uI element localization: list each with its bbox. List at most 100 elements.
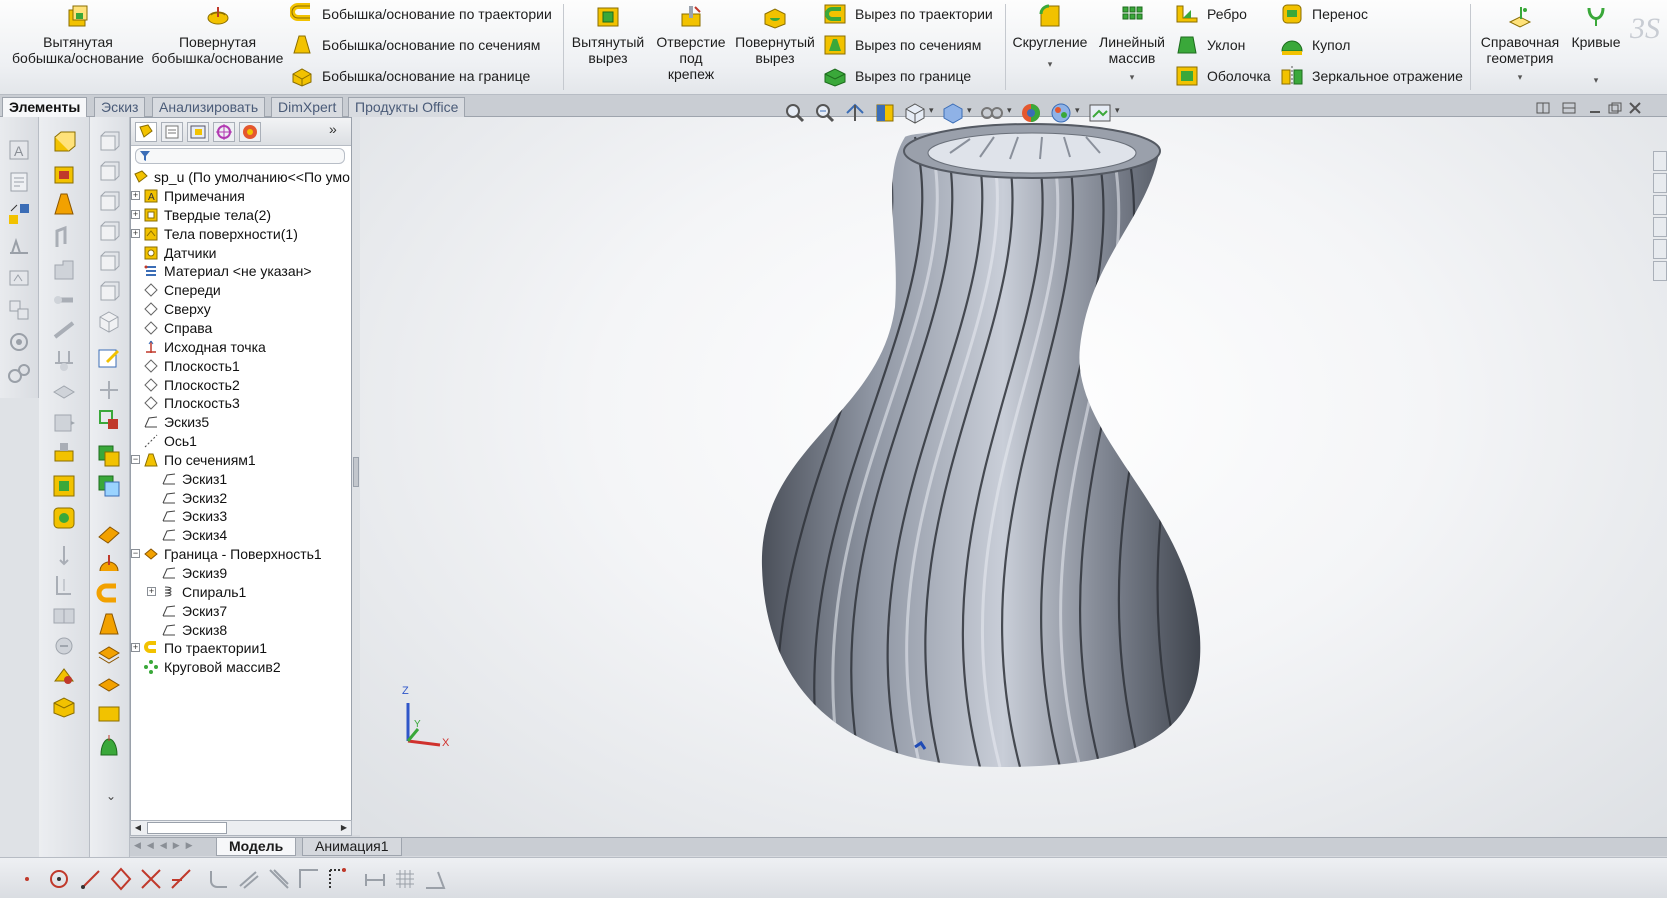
tree-item[interactable]: Эскиз9 xyxy=(161,563,227,582)
view-front-icon[interactable] xyxy=(96,129,122,155)
restore-window-icon[interactable] xyxy=(1607,101,1623,115)
point-tool-icon[interactable] xyxy=(14,866,40,892)
edit-appearance-icon[interactable] xyxy=(1019,101,1043,125)
tree-item[interactable]: Граница - Поверхность1 xyxy=(143,544,322,563)
swept-boss-button[interactable]: Бобышка/основание по траектории xyxy=(290,0,552,28)
sketch-edit-icon[interactable] xyxy=(96,345,122,371)
tab-features[interactable]: Элементы xyxy=(2,97,88,117)
polygon-tool-icon[interactable] xyxy=(108,866,134,892)
grid-tool-icon[interactable] xyxy=(392,866,418,892)
linear-pattern-button[interactable]: Линейный массив ▾ xyxy=(1092,4,1172,85)
tree-item[interactable]: A Примечания xyxy=(143,186,245,205)
view-settings-icon[interactable] xyxy=(1087,101,1113,125)
tree-item[interactable]: Эскиз5 xyxy=(143,412,209,431)
surface-finish-icon[interactable] xyxy=(6,233,32,259)
mirror-tool-icon[interactable] xyxy=(51,473,77,499)
pattern-tool-icon[interactable] xyxy=(51,505,77,531)
task-pane-resources-icon[interactable] xyxy=(1653,173,1667,193)
tree-item[interactable]: Материал <не указан> xyxy=(143,261,312,280)
surface-sweep-icon[interactable] xyxy=(96,581,122,607)
scroll-right-icon[interactable]: ▶ xyxy=(337,821,351,835)
tab-feature-manager[interactable] xyxy=(135,122,157,142)
panel-splitter[interactable] xyxy=(352,117,360,835)
annotation-tool-icon[interactable]: A xyxy=(6,137,32,163)
toolbar-overflow-icon[interactable]: ⌄ xyxy=(98,789,124,815)
tree-item[interactable]: По траектории1 xyxy=(143,638,267,657)
display-style-icon[interactable] xyxy=(941,101,965,125)
tab-property-manager[interactable] xyxy=(161,122,183,142)
graphics-area[interactable]: ▾ ▾ ▾ ▾ ▾ Z Y X xyxy=(360,102,1667,839)
tile-horizontal-icon[interactable] xyxy=(1535,101,1551,115)
mirror-button[interactable]: Зеркальное отражение xyxy=(1280,62,1463,90)
tree-item[interactable]: Сверху xyxy=(143,299,211,318)
curves-button[interactable]: Кривые ▾ xyxy=(1566,4,1626,88)
view-settings-dropdown[interactable]: ▾ xyxy=(1115,105,1120,116)
view-isometric-icon[interactable] xyxy=(96,309,122,335)
balloon-icon[interactable] xyxy=(6,329,32,355)
close-window-icon[interactable] xyxy=(1627,101,1643,115)
boundary-boss-button[interactable]: Бобышка/основание на границе xyxy=(290,62,530,90)
minimize-window-icon[interactable] xyxy=(1587,101,1603,115)
linear-pattern-dropdown[interactable]: ▾ xyxy=(1130,69,1135,85)
revolve-tool-icon[interactable] xyxy=(51,161,77,187)
surface-offset-icon[interactable] xyxy=(96,701,122,727)
smart-dimension-icon[interactable] xyxy=(6,201,32,227)
section-view-icon[interactable] xyxy=(873,101,897,125)
mirror-sketch-icon[interactable] xyxy=(266,866,292,892)
scroll-left-icon[interactable]: ◀ xyxy=(131,821,145,835)
tree-item[interactable]: Плоскость3 xyxy=(143,393,240,412)
tree-item[interactable]: Тела поверхности(1) xyxy=(143,224,298,243)
surface-revolve-icon[interactable] xyxy=(96,551,122,577)
view-orientation-dropdown[interactable]: ▾ xyxy=(929,105,934,116)
display-style-dropdown[interactable]: ▾ xyxy=(967,105,972,116)
apply-scene-icon[interactable] xyxy=(1049,101,1073,125)
datum-feature-icon[interactable] xyxy=(6,297,32,323)
task-pane-file-explorer-icon[interactable] xyxy=(1653,217,1667,237)
lofted-boss-button[interactable]: Бобышка/основание по сечениям xyxy=(290,31,540,59)
intersect-tool-icon[interactable] xyxy=(51,663,77,689)
fillet-dropdown[interactable]: ▾ xyxy=(1048,56,1053,72)
surface-extend-icon[interactable] xyxy=(96,733,122,759)
extruded-cut-button[interactable]: Вытянутый вырез xyxy=(566,4,650,66)
extend-tool-icon[interactable] xyxy=(168,866,194,892)
surface-fill-icon[interactable] xyxy=(96,671,122,697)
hide-show-dropdown[interactable]: ▾ xyxy=(1007,105,1012,116)
tree-item[interactable]: Эскиз3 xyxy=(161,506,227,525)
weld-symbol-icon[interactable] xyxy=(6,265,32,291)
tree-item[interactable]: Плоскость2 xyxy=(143,375,240,394)
panel-expand-arrow[interactable]: » xyxy=(329,121,337,137)
task-pane-appearances-icon[interactable] xyxy=(1653,239,1667,259)
shell-tool-icon[interactable] xyxy=(51,287,77,313)
shell-button[interactable]: Оболочка xyxy=(1175,62,1271,90)
centerline-tool-icon[interactable] xyxy=(324,866,350,892)
tab-sketch[interactable]: Эскиз xyxy=(94,97,146,117)
split-tool-icon[interactable] xyxy=(51,603,77,629)
collapse-icon[interactable]: − xyxy=(131,549,140,558)
combine-tool-icon[interactable] xyxy=(51,633,77,659)
draft-tool-icon[interactable] xyxy=(51,347,77,373)
lofted-cut-button[interactable]: Вырез по сечениям xyxy=(823,31,981,59)
tree-filter-input[interactable] xyxy=(135,148,345,164)
splitter-handle[interactable] xyxy=(353,457,359,487)
extruded-boss-button[interactable]: Вытянутая бобышка/основание xyxy=(8,4,148,66)
rib-button[interactable]: Ребро xyxy=(1175,0,1247,28)
hide-show-items-icon[interactable] xyxy=(979,101,1005,125)
display-relation-icon[interactable] xyxy=(96,473,122,499)
hole-tool-icon[interactable] xyxy=(51,439,77,465)
previous-view-icon[interactable] xyxy=(843,101,867,125)
tree-item[interactable]: Датчики xyxy=(143,243,216,262)
delete-face-icon[interactable] xyxy=(51,573,77,599)
zoom-to-fit-icon[interactable] xyxy=(783,101,807,125)
tab-animation[interactable]: Анимация1 xyxy=(302,838,402,856)
tab-display-manager[interactable] xyxy=(239,122,261,142)
tree-item[interactable]: Эскиз8 xyxy=(161,620,227,639)
view-back-icon[interactable] xyxy=(96,159,122,185)
angle-dimension-icon[interactable] xyxy=(422,866,448,892)
sketch-point-icon[interactable] xyxy=(96,377,122,403)
tile-vertical-icon[interactable] xyxy=(1561,101,1577,115)
scroll-thumb[interactable] xyxy=(147,822,227,834)
tab-configuration-manager[interactable] xyxy=(187,122,209,142)
tab-office-products[interactable]: Продукты Office xyxy=(348,97,466,117)
view-orientation-icon[interactable] xyxy=(903,101,927,125)
tree-item[interactable]: Круговой массив2 xyxy=(143,657,281,676)
